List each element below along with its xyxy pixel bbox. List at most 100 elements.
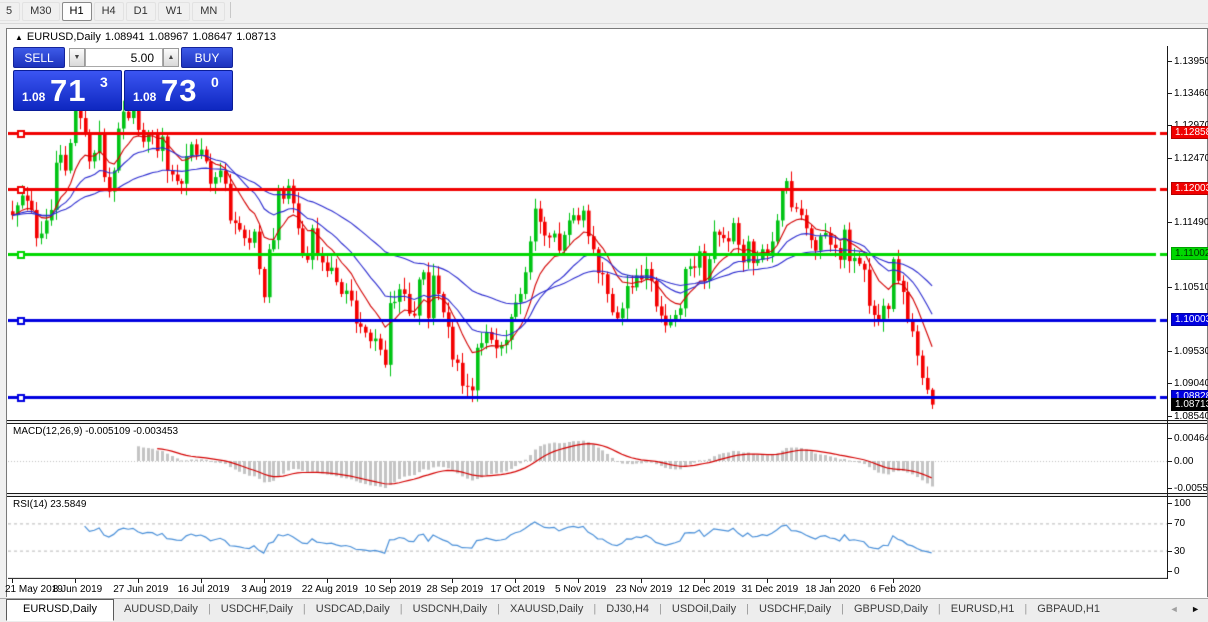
price-axis-label: 1.08540 xyxy=(1174,411,1208,422)
chart-tab-bar: EURUSD,Daily AUDUSD,Daily | USDCHF,Daily | US… xyxy=(0,598,1208,622)
rsi-axis-tick xyxy=(1168,503,1172,504)
ohlc-high: 1.08967 xyxy=(148,31,189,43)
x-axis-label: 6 Feb 2020 xyxy=(870,584,921,595)
rsi-axis-label: 0 xyxy=(1174,566,1180,577)
tab-gbpusd-daily[interactable]: GBPUSD,Daily xyxy=(844,599,938,620)
date-axis-tick xyxy=(893,579,894,583)
rsi-name: RSI(14) xyxy=(13,499,48,510)
macd-label: MACD(12,26,9) -0.005109 -0.003453 xyxy=(13,426,178,437)
x-axis-label: 22 Aug 2019 xyxy=(301,584,358,595)
macd-signal-value: -0.003453 xyxy=(133,426,179,437)
rsi-axis-label: 30 xyxy=(1174,546,1186,557)
timeframe-button-mn[interactable]: MN xyxy=(192,2,226,21)
date-axis-tick xyxy=(452,579,453,583)
chart-symbol-label: EURUSD,Daily xyxy=(26,31,101,43)
price-level-label: 1.12858 xyxy=(1171,126,1208,139)
panel-splitter[interactable] xyxy=(7,493,1207,497)
date-axis-tick xyxy=(767,579,768,583)
x-axis-label: 3 Aug 2019 xyxy=(241,584,292,595)
x-axis-label: 18 Jan 2020 xyxy=(805,584,861,595)
date-axis-tick xyxy=(138,579,139,583)
tab-gbpaud-h1[interactable]: GBPAUD,H1 xyxy=(1027,599,1110,620)
panel-splitter[interactable] xyxy=(7,420,1207,424)
chart-window: ▲ EURUSD,Daily 1.08941 1.08967 1.08647 1.0871… xyxy=(5,28,1208,598)
tab-scroll-right-icon[interactable]: ► xyxy=(1191,604,1200,614)
sell-price-big: 71 xyxy=(50,73,87,108)
date-axis-tick xyxy=(201,579,202,583)
price-axis-tick xyxy=(1168,383,1172,384)
toolbar-separator xyxy=(230,1,232,18)
date-axis: 21 May 2019 8 Jun 2019 27 Jun 2019 16 Jul 2… xyxy=(5,579,1207,598)
buy-price-prefix: 1.08 xyxy=(133,90,157,104)
buy-price-big: 73 xyxy=(161,73,198,108)
timeframe-button-d1[interactable]: D1 xyxy=(125,2,156,21)
rsi-indicator-chart[interactable] xyxy=(8,497,1167,579)
price-axis-tick xyxy=(1168,158,1172,159)
macd-axis-label: 0.00 xyxy=(1174,456,1194,467)
price-level-label: 1.12003 xyxy=(1171,182,1208,195)
sell-price-prefix: 1.08 xyxy=(22,90,46,104)
volume-increase-button[interactable]: ▲ xyxy=(163,48,179,67)
volume-input[interactable]: 5.00 xyxy=(85,48,163,67)
rsi-label: RSI(14) 23.5849 xyxy=(13,499,86,510)
price-axis-label: 1.09040 xyxy=(1174,378,1208,389)
buy-price-panel[interactable]: 1.08 73 0 xyxy=(124,70,233,111)
price-axis-tick xyxy=(1168,287,1172,288)
sell-button[interactable]: SELL xyxy=(13,47,65,68)
tab-usdchf-daily[interactable]: USDCHF,Daily xyxy=(211,599,303,620)
tab-usdcad-daily[interactable]: USDCAD,Daily xyxy=(306,599,400,620)
macd-axis-tick xyxy=(1168,488,1172,489)
timeframe-button-h1[interactable]: H1 xyxy=(61,2,92,21)
price-axis-tick xyxy=(1168,93,1172,94)
date-axis-tick xyxy=(390,579,391,583)
tab-eurusd-daily[interactable]: EURUSD,Daily xyxy=(6,599,114,621)
tab-scroll-left-icon[interactable]: ◄ xyxy=(1170,604,1179,614)
price-axis-label: 1.11490 xyxy=(1174,217,1208,228)
timeframe-button-h4[interactable]: H4 xyxy=(93,2,124,21)
macd-name: MACD(12,26,9) xyxy=(13,426,83,437)
macd-axis-label: -0.005574 xyxy=(1174,483,1208,494)
macd-indicator-chart[interactable] xyxy=(8,424,1167,493)
price-axis-label: 1.13950 xyxy=(1174,56,1208,67)
x-axis-label: 31 Dec 2019 xyxy=(741,584,799,595)
timeframe-toolbar: 5 M30 H1 H4 D1 W1 MN xyxy=(0,0,1208,24)
tab-usdchf-daily[interactable]: USDCHF,Daily xyxy=(749,599,841,620)
date-axis-tick xyxy=(75,579,76,583)
timeframe-button-w1[interactable]: W1 xyxy=(157,2,191,21)
sell-price-panel[interactable]: 1.08 71 3 xyxy=(13,70,122,111)
buy-button[interactable]: BUY xyxy=(181,47,233,68)
timeframe-button-m30[interactable]: M30 xyxy=(22,2,60,21)
price-axis-label: 1.12470 xyxy=(1174,153,1208,164)
tab-usdoil-daily[interactable]: USDOil,Daily xyxy=(662,599,746,620)
price-axis-label: 1.09530 xyxy=(1174,346,1208,357)
price-axis-tick xyxy=(1168,61,1172,62)
ohlc-close: 1.08713 xyxy=(236,31,276,43)
ohlc-low: 1.08647 xyxy=(192,31,233,43)
macd-axis-tick xyxy=(1168,461,1172,462)
price-axis-tick xyxy=(1168,222,1172,223)
x-axis-label: 5 Nov 2019 xyxy=(554,584,607,595)
date-axis-tick xyxy=(12,579,13,583)
date-axis-tick xyxy=(578,579,579,583)
volume-decrease-button[interactable]: ▼ xyxy=(69,48,85,67)
macd-value: -0.005109 xyxy=(85,426,131,437)
tab-xauusd-daily[interactable]: XAUUSD,Daily xyxy=(500,599,593,620)
rsi-axis-label: 70 xyxy=(1174,518,1186,529)
price-axis-tick xyxy=(1168,351,1172,352)
x-axis-label: 10 Sep 2019 xyxy=(364,584,422,595)
date-axis-tick xyxy=(641,579,642,583)
tab-usdcnh-daily[interactable]: USDCNH,Daily xyxy=(403,599,498,620)
collapse-chart-icon[interactable]: ▲ xyxy=(15,33,23,42)
x-axis-label: 17 Oct 2019 xyxy=(490,584,545,595)
sell-price-pip: 3 xyxy=(100,74,108,90)
price-level-label: 1.11002 xyxy=(1171,247,1208,260)
chart-title-bar: ▲ EURUSD,Daily 1.08941 1.08967 1.08647 1.0871… xyxy=(7,29,1207,46)
timeframe-button-5[interactable]: 5 xyxy=(0,2,21,21)
date-axis-tick xyxy=(264,579,265,583)
macd-axis-label: 0.004643 xyxy=(1174,433,1208,444)
x-axis-label: 23 Nov 2019 xyxy=(615,584,673,595)
ohlc-open: 1.08941 xyxy=(104,31,145,43)
tab-dj30-h4[interactable]: DJ30,H4 xyxy=(596,599,659,620)
tab-audusd-daily[interactable]: AUDUSD,Daily xyxy=(114,599,208,620)
tab-eurusd-h1[interactable]: EURUSD,H1 xyxy=(941,599,1025,620)
